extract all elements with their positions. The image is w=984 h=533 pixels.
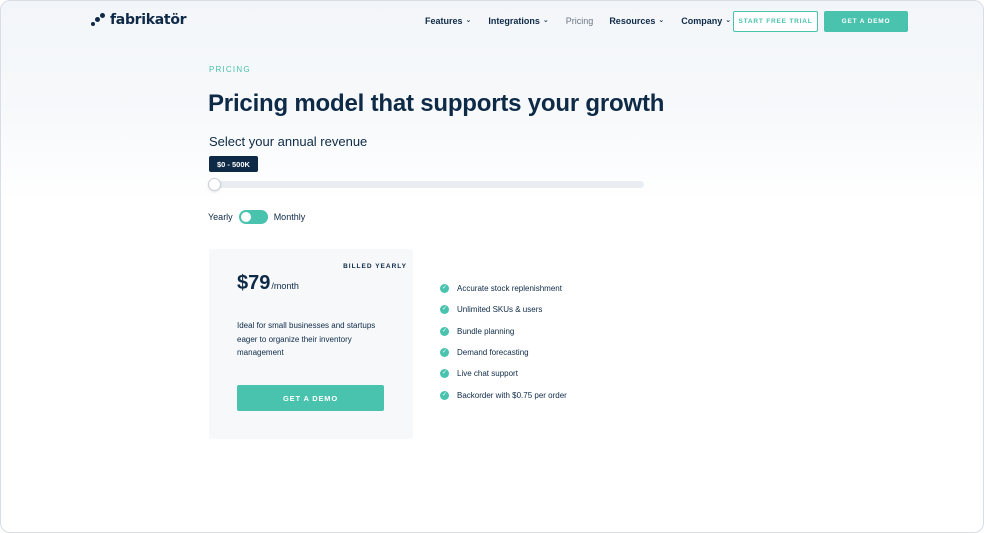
nav-item-label: Company: [681, 16, 723, 26]
brand-logo[interactable]: fabrikatör: [91, 12, 187, 28]
check-circle-icon: ✓: [440, 284, 449, 294]
yearly-label[interactable]: Yearly: [208, 212, 233, 222]
nav-item-company[interactable]: Company ⌄: [681, 16, 731, 26]
feature-label: Live chat support: [457, 369, 518, 379]
feature-list: ✓ Accurate stock replenishment ✓ Unlimit…: [440, 278, 567, 406]
nav-item-label: Pricing: [565, 16, 594, 26]
list-item: ✓ Live chat support: [440, 363, 567, 384]
page-frame: fabrikatör Features ⌄ Integrations ⌄ Pri…: [0, 0, 984, 533]
feature-label: Backorder with $0.75 per order: [457, 390, 567, 400]
check-circle-icon: ✓: [440, 348, 449, 358]
revenue-slider-handle[interactable]: [208, 178, 221, 191]
logo-dots-icon: [91, 13, 105, 27]
check-circle-icon: ✓: [440, 326, 449, 336]
get-a-demo-header-button[interactable]: GET A DEMO: [824, 11, 908, 32]
billing-toggle-row: Yearly Monthly: [208, 210, 305, 224]
section-eyebrow: PRICING: [209, 65, 251, 74]
list-item: ✓ Demand forecasting: [440, 342, 567, 363]
feature-label: Accurate stock replenishment: [457, 284, 562, 294]
plan-description: Ideal for small businesses and startups …: [237, 321, 376, 357]
nav-item-pricing[interactable]: Pricing: [566, 16, 594, 26]
chevron-down-icon: ⌄: [725, 17, 732, 24]
nav-item-label: Resources: [609, 16, 656, 26]
pricing-card: BILLED YEARLY $79 /month Ideal for small…: [209, 249, 413, 439]
nav-item-label: Features: [425, 16, 463, 26]
plan-price: $79: [237, 272, 271, 294]
revenue-range-badge: $0 - 500K: [209, 156, 258, 172]
nav-item-resources[interactable]: Resources ⌄: [609, 16, 664, 26]
chevron-down-icon: ⌄: [658, 17, 665, 24]
list-item: ✓ Accurate stock replenishment: [440, 278, 567, 299]
get-a-demo-card-button[interactable]: GET A DEMO: [237, 385, 384, 411]
check-circle-icon: ✓: [440, 390, 449, 400]
monthly-label[interactable]: Monthly: [274, 212, 306, 222]
nav-item-integrations[interactable]: Integrations ⌄: [488, 16, 548, 26]
feature-label: Bundle planning: [457, 326, 515, 336]
feature-label: Unlimited SKUs & users: [457, 305, 543, 315]
list-item: ✓ Backorder with $0.75 per order: [440, 384, 567, 405]
nav-item-label: Integrations: [488, 16, 540, 26]
page-title: Pricing model that supports your growth: [208, 90, 665, 117]
check-circle-icon: ✓: [440, 305, 449, 315]
plan-period: /month: [271, 281, 299, 291]
start-free-trial-button[interactable]: START FREE TRIAL: [733, 11, 818, 32]
check-circle-icon: ✓: [440, 369, 449, 379]
revenue-slider-track[interactable]: [209, 181, 644, 188]
billing-period-toggle[interactable]: [238, 210, 268, 224]
list-item: ✓ Bundle planning: [440, 321, 567, 342]
feature-label: Demand forecasting: [457, 348, 529, 358]
chevron-down-icon: ⌄: [465, 17, 472, 24]
nav-item-features[interactable]: Features ⌄: [425, 16, 471, 26]
brand-name: fabrikatör: [110, 12, 187, 28]
revenue-prompt: Select your annual revenue: [209, 134, 368, 149]
billing-note: BILLED YEARLY: [343, 263, 407, 270]
list-item: ✓ Unlimited SKUs & users: [440, 299, 567, 320]
main-nav: Features ⌄ Integrations ⌄ Pricing Resour…: [425, 16, 731, 26]
toggle-knob: [240, 212, 251, 222]
price-block: $79 /month: [237, 272, 299, 295]
chevron-down-icon: ⌄: [542, 17, 549, 24]
